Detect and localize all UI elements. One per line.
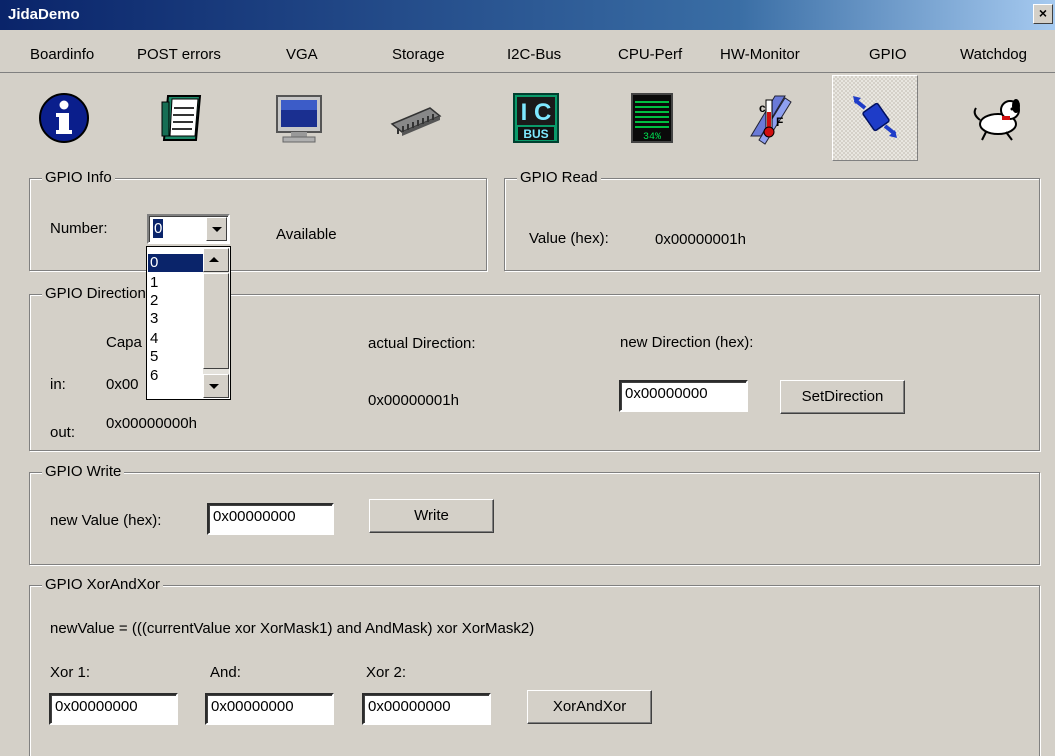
xor-formula: newValue = (((currentValue xor XorMask1)… bbox=[50, 620, 535, 637]
tab-hw-monitor[interactable]: HW-Monitor bbox=[720, 46, 800, 63]
gpio-direction-title: GPIO Direction bbox=[42, 285, 149, 302]
number-label: Number: bbox=[50, 220, 108, 237]
dropdown-option[interactable]: 5 bbox=[148, 348, 206, 366]
gpio-read-group: GPIO Read bbox=[504, 169, 1040, 271]
dropdown-option[interactable]: 6 bbox=[148, 367, 206, 385]
scroll-down-button[interactable] bbox=[203, 374, 229, 398]
new-direction-label: new Direction (hex): bbox=[620, 334, 754, 351]
write-value-input[interactable]: 0x00000000 bbox=[207, 503, 334, 535]
dropdown-option[interactable]: 2 bbox=[148, 292, 206, 310]
new-direction-input[interactable]: 0x00000000 bbox=[619, 380, 748, 412]
xor1-label: Xor 1: bbox=[50, 664, 91, 681]
cpu-icon-text: 34% bbox=[643, 132, 661, 143]
tab-post-errors[interactable]: POST errors bbox=[137, 46, 221, 63]
notepad-icon bbox=[161, 95, 202, 141]
svg-text:F: F bbox=[776, 115, 783, 129]
close-button[interactable]: × bbox=[1033, 4, 1053, 24]
tab-cpu-perf[interactable]: CPU-Perf bbox=[618, 46, 682, 63]
and-mask-input[interactable]: 0x00000000 bbox=[205, 693, 334, 725]
icon-toolbar: I C BUS 34% c F bbox=[0, 75, 1055, 163]
cpu-perf-icon: 34% bbox=[631, 93, 673, 143]
read-value: 0x00000001h bbox=[655, 231, 746, 248]
i2c-bus-icon-button[interactable]: I C BUS bbox=[493, 75, 579, 161]
gpio-xorandxor-group: GPIO XorAndXor bbox=[29, 576, 1040, 756]
chevron-down-icon bbox=[209, 384, 219, 389]
gpio-info-title: GPIO Info bbox=[42, 169, 115, 186]
cpu-perf-icon-button[interactable]: 34% bbox=[609, 75, 695, 161]
capabilities-label: Capa bbox=[106, 334, 142, 351]
vga-icon-button[interactable] bbox=[256, 75, 342, 161]
tab-bar: Boardinfo POST errors VGA Storage I2C-Bu… bbox=[0, 32, 1055, 73]
gpio-write-group: GPIO Write bbox=[29, 463, 1040, 565]
window-title: JidaDemo bbox=[8, 6, 80, 23]
number-dropdown-list: 0 1 2 3 4 5 6 bbox=[146, 246, 231, 400]
title-bar: JidaDemo × bbox=[0, 0, 1055, 30]
info-icon bbox=[39, 93, 89, 143]
memory-chip-icon bbox=[390, 107, 442, 136]
tab-watchdog[interactable]: Watchdog bbox=[960, 46, 1027, 63]
dropdown-option[interactable]: 3 bbox=[148, 310, 206, 328]
number-combobox-value: 0 bbox=[153, 219, 164, 238]
in-label: in: bbox=[50, 376, 66, 393]
gpio-icon bbox=[853, 96, 897, 138]
tab-gpio[interactable]: GPIO bbox=[869, 46, 907, 63]
in-value: 0x00 bbox=[106, 376, 139, 393]
number-combobox[interactable]: 0 bbox=[147, 214, 230, 244]
dropdown-scrollbar[interactable] bbox=[203, 248, 229, 398]
dropdown-option[interactable]: 1 bbox=[148, 274, 206, 292]
xor2-label: Xor 2: bbox=[366, 664, 407, 681]
write-value-label: new Value (hex): bbox=[50, 512, 162, 529]
gpio-read-title: GPIO Read bbox=[517, 169, 601, 186]
i2c-icon-top-text: I C bbox=[521, 99, 552, 126]
set-direction-button[interactable]: SetDirection bbox=[780, 380, 905, 414]
thermometer-icon: c F bbox=[750, 95, 792, 145]
post-errors-icon-button[interactable] bbox=[139, 75, 225, 161]
hw-monitor-icon-button[interactable]: c F bbox=[726, 75, 812, 161]
read-value-label: Value (hex): bbox=[529, 230, 609, 247]
scroll-thumb[interactable] bbox=[203, 273, 229, 369]
scroll-up-button[interactable] bbox=[203, 248, 229, 272]
gpio-icon-button[interactable] bbox=[832, 75, 918, 161]
gpio-status: Available bbox=[276, 226, 337, 243]
tab-i2c-bus[interactable]: I2C-Bus bbox=[507, 46, 561, 63]
xorandxor-button[interactable]: XorAndXor bbox=[527, 690, 652, 724]
storage-icon-button[interactable] bbox=[373, 75, 459, 161]
and-label: And: bbox=[210, 664, 241, 681]
i2c-icon-bottom-text: BUS bbox=[523, 127, 548, 141]
tab-boardinfo[interactable]: Boardinfo bbox=[30, 46, 94, 63]
watchdog-icon-button[interactable] bbox=[955, 75, 1041, 161]
svg-text:c: c bbox=[759, 101, 766, 115]
gpio-xorandxor-title: GPIO XorAndXor bbox=[42, 576, 164, 593]
xor1-input[interactable]: 0x00000000 bbox=[49, 693, 178, 725]
gpio-write-title: GPIO Write bbox=[42, 463, 125, 480]
chevron-up-icon bbox=[209, 257, 219, 262]
tab-storage[interactable]: Storage bbox=[392, 46, 445, 63]
dropdown-option[interactable]: 4 bbox=[148, 330, 206, 348]
actual-direction-value: 0x00000001h bbox=[368, 392, 459, 409]
dropdown-option[interactable]: 0 bbox=[148, 254, 206, 272]
xor2-input[interactable]: 0x00000000 bbox=[362, 693, 491, 725]
chevron-down-icon bbox=[212, 227, 222, 232]
boardinfo-icon-button[interactable] bbox=[21, 75, 107, 161]
watchdog-dog-icon bbox=[973, 99, 1020, 141]
combobox-dropdown-button[interactable] bbox=[206, 217, 227, 241]
tab-vga[interactable]: VGA bbox=[286, 46, 318, 63]
write-button[interactable]: Write bbox=[369, 499, 494, 533]
monitor-icon bbox=[276, 95, 322, 143]
out-value: 0x00000000h bbox=[106, 415, 197, 432]
actual-direction-label: actual Direction: bbox=[368, 335, 476, 352]
i2c-bus-icon: I C BUS bbox=[513, 93, 559, 143]
out-label: out: bbox=[50, 424, 76, 441]
